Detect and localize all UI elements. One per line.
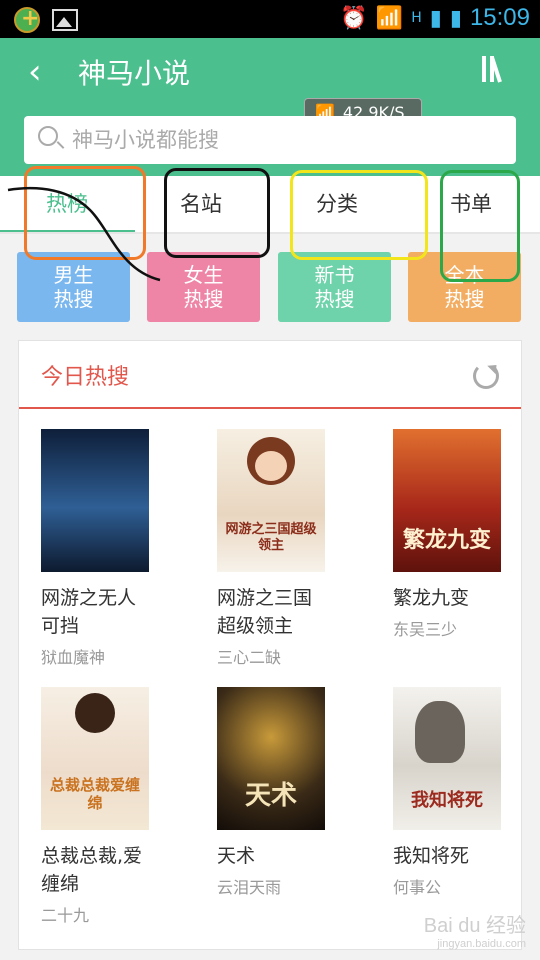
book-title[interactable]: 繁龙九变 xyxy=(393,584,505,612)
watermark-subtext: jingyan.baidu.com xyxy=(437,938,526,950)
today-hot-card: 今日热搜 网游之无人可挡 狱血魔神 网游之三国超级领主 网游之三国超级领主 三心… xyxy=(18,340,522,950)
alarm-icon: ⏰ xyxy=(340,5,368,31)
cover-title: 天术 xyxy=(244,781,297,811)
book-title[interactable]: 天术 xyxy=(217,842,329,870)
app-bar: ‹ 神马小说 📶 42.9K/S xyxy=(0,38,540,176)
cover-illustration xyxy=(75,693,115,733)
book-item[interactable]: 网游之无人可挡 狱血魔神 xyxy=(41,429,161,668)
book-cover[interactable]: 总裁总裁爱缠绵 xyxy=(41,687,149,830)
book-item[interactable]: 繁龙九变 繁龙九变 东吴三少 xyxy=(393,429,513,640)
book-author: 二十九 xyxy=(41,906,90,925)
image-notification-icon xyxy=(52,9,78,31)
book-title[interactable]: 总裁总裁,爱缠绵 xyxy=(41,842,153,898)
page-title: 神马小说 xyxy=(78,57,191,90)
search-bar[interactable] xyxy=(24,116,516,164)
book-item[interactable]: 天术 天术 云泪天雨 xyxy=(217,687,337,898)
cover-illustration xyxy=(415,701,465,763)
tab-book-lists[interactable]: 书单 xyxy=(450,188,492,218)
cover-title: 网游之三国超级领主 xyxy=(225,522,317,553)
category-label: 新书 xyxy=(314,263,355,287)
app-notification-icon xyxy=(14,6,40,33)
watermark: Bai du 经验 jingyan.baidu.com xyxy=(424,909,526,950)
cover-title: 我知将死 xyxy=(411,790,483,811)
category-label: 热搜 xyxy=(53,287,94,311)
clock: 15:09 xyxy=(469,4,530,31)
category-new-books-hot-button[interactable]: 新书 热搜 xyxy=(278,252,391,322)
section-divider xyxy=(19,407,521,409)
book-author: 何事公 xyxy=(393,878,442,897)
wifi-icon: 📶 xyxy=(375,5,404,31)
book-author: 三心二缺 xyxy=(217,648,282,667)
network-type-label: H xyxy=(411,10,422,26)
book-cover[interactable] xyxy=(41,429,149,572)
book-cover[interactable]: 繁龙九变 xyxy=(393,429,501,572)
category-label: 热搜 xyxy=(314,287,355,311)
search-input[interactable] xyxy=(72,122,502,158)
book-title[interactable]: 网游之无人可挡 xyxy=(41,584,153,640)
search-icon xyxy=(38,126,58,146)
book-item[interactable]: 我知将死 我知将死 何事公 xyxy=(393,687,513,898)
section-title: 今日热搜 xyxy=(41,365,130,390)
cover-title: 总裁总裁爱缠绵 xyxy=(49,776,140,812)
watermark-text: Bai du 经验 xyxy=(423,915,526,937)
book-author: 狱血魔神 xyxy=(41,648,106,667)
bookshelf-icon[interactable] xyxy=(482,56,510,83)
annotation-scribble xyxy=(7,186,161,282)
book-cover[interactable]: 我知将死 xyxy=(393,687,501,830)
book-title[interactable]: 网游之三国超级领主 xyxy=(217,584,329,640)
book-cover[interactable]: 天术 xyxy=(217,687,325,830)
book-title[interactable]: 我知将死 xyxy=(393,842,505,870)
book-item[interactable]: 总裁总裁爱缠绵 总裁总裁,爱缠绵 二十九 xyxy=(41,687,161,926)
back-arrow-icon[interactable]: ‹ xyxy=(28,52,42,92)
refresh-icon[interactable] xyxy=(473,363,499,389)
battery-icon: ▮ xyxy=(449,5,462,31)
book-cover[interactable]: 网游之三国超级领主 xyxy=(217,429,325,572)
category-complete-hot-button[interactable]: 全本 热搜 xyxy=(408,252,521,322)
cover-title: 繁龙九变 xyxy=(402,527,491,553)
status-bar: ⏰ 📶 H ▮ ▮ 15:09 xyxy=(0,0,540,38)
signal-icon: ▮ xyxy=(429,5,442,31)
category-label: 热搜 xyxy=(183,287,224,311)
cover-illustration xyxy=(255,451,287,481)
book-author: 云泪天雨 xyxy=(217,878,282,897)
tab-famous-sites[interactable]: 名站 xyxy=(180,188,222,218)
tab-categories[interactable]: 分类 xyxy=(316,188,358,218)
category-label: 热搜 xyxy=(444,287,485,311)
book-author: 东吴三少 xyxy=(393,620,458,639)
book-item[interactable]: 网游之三国超级领主 网游之三国超级领主 三心二缺 xyxy=(217,429,337,668)
category-label: 全本 xyxy=(444,263,485,287)
